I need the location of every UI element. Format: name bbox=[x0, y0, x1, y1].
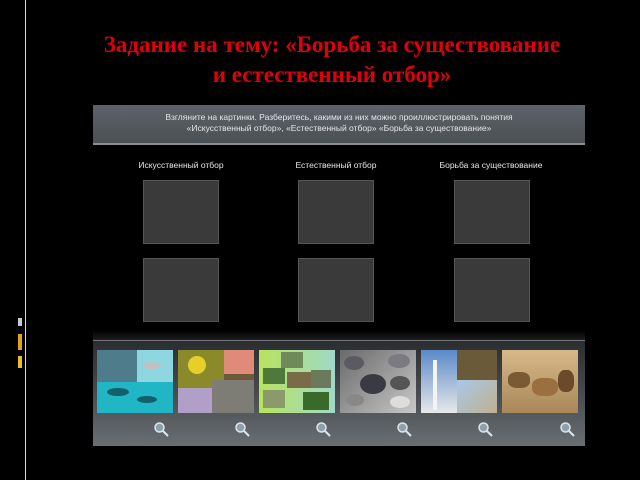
column-label-natural-selection: Естественный отбор bbox=[295, 160, 377, 170]
drop-slot-artificial-1[interactable] bbox=[143, 180, 219, 244]
thumbnail-lions-antelope[interactable] bbox=[502, 350, 578, 413]
thumbnail-plants[interactable] bbox=[259, 350, 335, 413]
thumbnail-pigeons[interactable] bbox=[340, 350, 416, 413]
image-gallery bbox=[93, 340, 585, 446]
thumbnail-flowers[interactable] bbox=[178, 350, 254, 413]
slide-title: Задание на тему: «Борьба за существовани… bbox=[30, 30, 634, 90]
drop-slot-struggle-1[interactable] bbox=[454, 180, 530, 244]
zoom-icon[interactable] bbox=[396, 421, 412, 437]
drop-slot-struggle-2[interactable] bbox=[454, 258, 530, 322]
thumbnail-fish[interactable] bbox=[97, 350, 173, 413]
column-label-struggle-for-existence: Борьба за существование bbox=[439, 160, 543, 170]
sorting-task-panel: Взгляните на картинки. Разберитесь, каки… bbox=[93, 105, 585, 446]
bar-deco-yellow bbox=[18, 356, 22, 368]
zoom-icon[interactable] bbox=[153, 421, 169, 437]
zoom-icon[interactable] bbox=[315, 421, 331, 437]
drop-slot-natural-2[interactable] bbox=[298, 258, 374, 322]
instruction-header: Взгляните на картинки. Разберитесь, каки… bbox=[93, 105, 585, 145]
slide-left-bar bbox=[0, 0, 26, 480]
thumbnail-birch-moths[interactable] bbox=[421, 350, 497, 413]
instruction-line-1: Взгляните на картинки. Разберитесь, каки… bbox=[165, 112, 513, 122]
zoom-icon[interactable] bbox=[477, 421, 493, 437]
zoom-icon[interactable] bbox=[559, 421, 575, 437]
instruction-line-2: «Искусственный отбор», «Естественный отб… bbox=[186, 123, 492, 133]
title-line-1: Задание на тему: «Борьба за существовани… bbox=[103, 32, 561, 57]
bar-deco-orange bbox=[18, 334, 22, 350]
drop-slot-artificial-2[interactable] bbox=[143, 258, 219, 322]
zoom-icon[interactable] bbox=[234, 421, 250, 437]
gallery-shadow bbox=[93, 330, 585, 340]
drop-slot-natural-1[interactable] bbox=[298, 180, 374, 244]
title-line-2: и естественный отбор» bbox=[212, 62, 452, 87]
bar-deco-gray bbox=[18, 318, 22, 326]
column-label-artificial-selection: Искусственный отбор bbox=[138, 160, 224, 170]
